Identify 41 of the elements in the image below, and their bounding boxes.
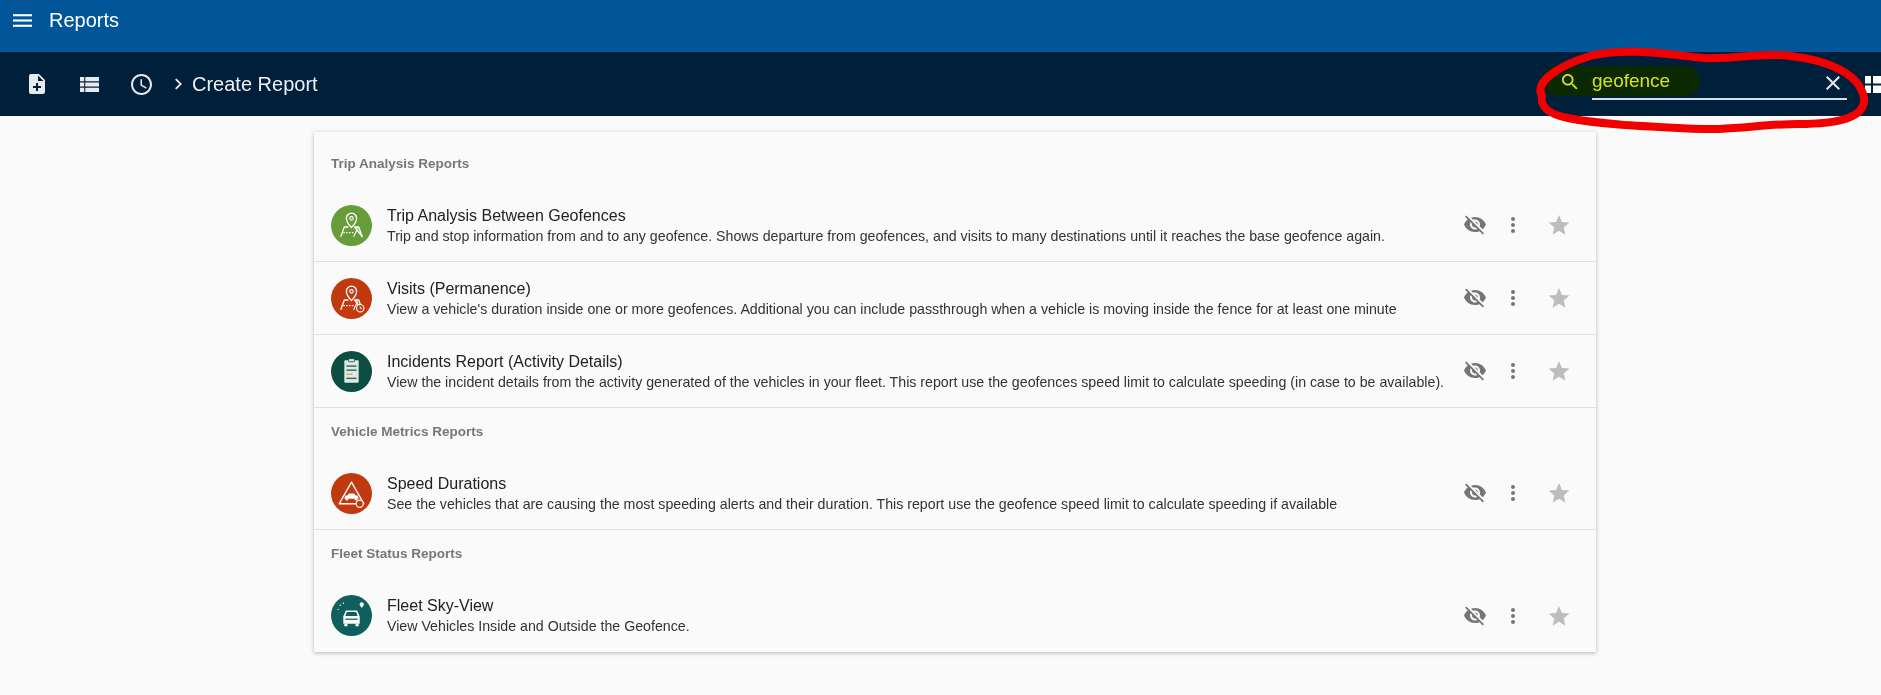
- report-title: Visits (Permanence): [387, 278, 532, 299]
- grid-view-icon[interactable]: [1865, 75, 1881, 93]
- hide-button[interactable]: [1463, 359, 1487, 383]
- more-vertical-icon: [1511, 217, 1515, 233]
- section-header: Vehicle Metrics Reports: [330, 423, 485, 441]
- report-title: Fleet Sky-View: [387, 596, 495, 616]
- history-button[interactable]: [131, 73, 152, 95]
- file-plus-icon: [29, 74, 45, 94]
- eye-off-icon: [1464, 215, 1486, 235]
- report-description: View the incident details from the activity generated of the vehicles in your fleet. This report use the geofences speed limit to calculate speeding (in case to be available).: [387, 372, 1443, 391]
- more-vertical-icon: [1511, 290, 1515, 306]
- chevron-icon: [175, 78, 182, 90]
- report-title: Trip Analysis Between Geofences: [387, 205, 627, 226]
- hide-button[interactable]: [1463, 213, 1487, 237]
- more-vertical-icon: [1511, 363, 1515, 379]
- more-vertical-icon: [1511, 607, 1515, 624]
- report-description: View a vehicle's duration inside one or more geofences. Additional you can include passthrough when a vehicle is moving inside the fence for at least one minute: [387, 299, 1398, 318]
- menu-button[interactable]: [13, 14, 32, 27]
- clock-icon: [131, 73, 152, 95]
- hide-button[interactable]: [1463, 286, 1487, 310]
- section-header: Fleet Status Reports: [330, 545, 464, 563]
- section-header: Trip Analysis Reports: [330, 155, 471, 173]
- search-icon: [1562, 74, 1578, 90]
- report-title: Incidents Report (Activity Details): [387, 351, 624, 372]
- eye-off-icon: [1464, 483, 1486, 503]
- eye-off-icon: [1464, 361, 1486, 381]
- clear-search-button[interactable]: [1826, 76, 1840, 90]
- report-title: Speed Durations: [387, 473, 508, 494]
- close-icon: [1826, 76, 1840, 90]
- report-description: Trip and stop information from and to any geofence. Shows departure from geofences, and visits to many destinations until it reaches the base geofence again.: [387, 226, 1386, 245]
- app-title: Reports: [49, 8, 120, 32]
- menu-icon: [13, 14, 32, 27]
- new-report-button[interactable]: [29, 73, 45, 95]
- report-description: View Vehicles Inside and Outside the Geofence.: [387, 617, 691, 635]
- report-description: See the vehicles that are causing the most speeding alerts and their duration. This report use the geofence speed limit to calculate speeding if available: [387, 494, 1339, 513]
- hide-button[interactable]: [1463, 481, 1487, 505]
- eye-off-icon: [1464, 605, 1486, 626]
- more-vertical-icon: [1511, 485, 1515, 501]
- breadcrumb-title: Create Report: [192, 72, 318, 96]
- list-icon: [80, 76, 99, 92]
- eye-off-icon: [1464, 288, 1486, 308]
